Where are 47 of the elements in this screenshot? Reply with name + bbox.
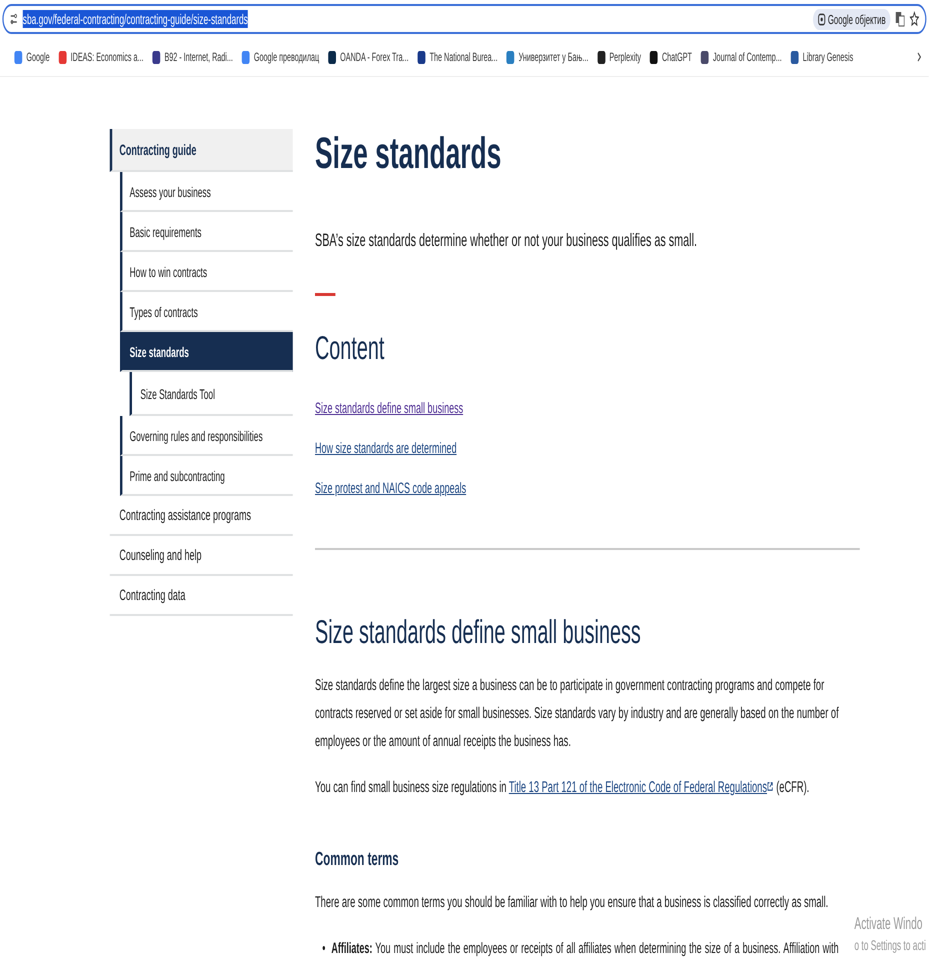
sidebar-item[interactable]: Contracting guide bbox=[110, 129, 293, 172]
bookmark[interactable]: IDEAS: Economics a... bbox=[58, 50, 144, 64]
external-link-icon bbox=[767, 781, 774, 792]
bookmark[interactable]: Google bbox=[14, 50, 50, 64]
sidebar-item[interactable]: Size Standards Tool bbox=[130, 372, 293, 416]
bookmark[interactable]: Универзитет у Бањ... bbox=[506, 50, 588, 64]
url-text[interactable]: sba.gov/federal-contracting/contracting-guide/size-standards bbox=[22, 10, 248, 28]
contents-link[interactable]: Size protest and NAICS code appeals bbox=[315, 480, 466, 496]
contents-heading: Content bbox=[315, 328, 386, 368]
regulations-link[interactable]: Title 13 Part 121 of the Electronic Code of Federal Regulations bbox=[508, 779, 774, 796]
bookmark[interactable]: B92 - Internet, Radi... bbox=[152, 50, 233, 64]
sidebar-item[interactable]: Prime and subcontracting bbox=[120, 456, 293, 496]
lens-icon bbox=[818, 12, 826, 26]
bullet-text: Affiliates: You must include the employees or receipts of all affiliates when determining the size of a business. Affiliation with bbox=[331, 939, 839, 959]
paragraph: There are some common terms you should be familiar with to help you ensure that a business is classified correctly as small. bbox=[315, 893, 828, 913]
site-info-icon[interactable] bbox=[10, 12, 18, 26]
sidebar-item[interactable]: Counseling and help bbox=[110, 536, 293, 576]
contents-link[interactable]: Size standards define small business bbox=[315, 400, 464, 416]
lens-button[interactable]: Google објектив bbox=[812, 8, 890, 30]
paragraph: You can find small business size regulations inTitle 13 Part 121 of the Electronic Code of Federal Regulations (eCFR). bbox=[315, 778, 810, 798]
sidebar-item[interactable]: Assess your business bbox=[120, 172, 293, 212]
sidebar-item[interactable]: Contracting assistance programs bbox=[110, 496, 293, 536]
bookmark[interactable]: OANDA - Forex Tra... bbox=[328, 50, 409, 64]
translate-icon[interactable] bbox=[895, 11, 905, 27]
contents-link[interactable]: How size standards are determined bbox=[315, 440, 457, 456]
activation-notice-text: o to Settings to acti bbox=[854, 936, 926, 954]
bookmark[interactable]: Library Genesis bbox=[790, 50, 854, 64]
chevron-icon[interactable] bbox=[916, 51, 922, 63]
section-heading: Size standards define small business bbox=[315, 612, 642, 652]
sidebar-item[interactable]: Size standards bbox=[120, 332, 293, 372]
activation-notice-title: Activate Windo bbox=[854, 913, 924, 935]
lead-text: SBA’s size standards determine whether or not your business qualifies as small. bbox=[315, 229, 698, 252]
sidebar-item[interactable]: Contracting data bbox=[110, 576, 293, 616]
page-title: Size standards bbox=[315, 129, 502, 179]
star-icon[interactable] bbox=[910, 11, 920, 27]
sidebar-item[interactable]: Basic requirements bbox=[120, 212, 293, 252]
paragraph: Size standards define the largest size a business can be to participate in government contracting programs and compete for contracts reserved or set aside for small businesses. Size standards vary by industry and are generally based on the number of employees or the amount of annual receipts the business has. bbox=[315, 676, 840, 752]
sidebar-item[interactable]: How to win contracts bbox=[120, 252, 293, 292]
bookmark[interactable]: Perplexity bbox=[597, 50, 641, 64]
subheading: Common terms bbox=[315, 848, 400, 872]
bookmark[interactable]: ChatGPT bbox=[650, 50, 692, 64]
bookmark[interactable]: The National Burea... bbox=[418, 50, 498, 64]
bookmark[interactable]: Google преводилац bbox=[242, 50, 320, 64]
bullet-marker: • bbox=[322, 939, 326, 959]
address-bar[interactable]: sba.gov/federal-contracting/contracting-guide/size-standards Google објектив bbox=[2, 4, 926, 34]
bookmark[interactable]: Journal of Contemp... bbox=[700, 50, 782, 64]
sidebar-item[interactable]: Governing rules and responsibilities bbox=[120, 416, 293, 456]
